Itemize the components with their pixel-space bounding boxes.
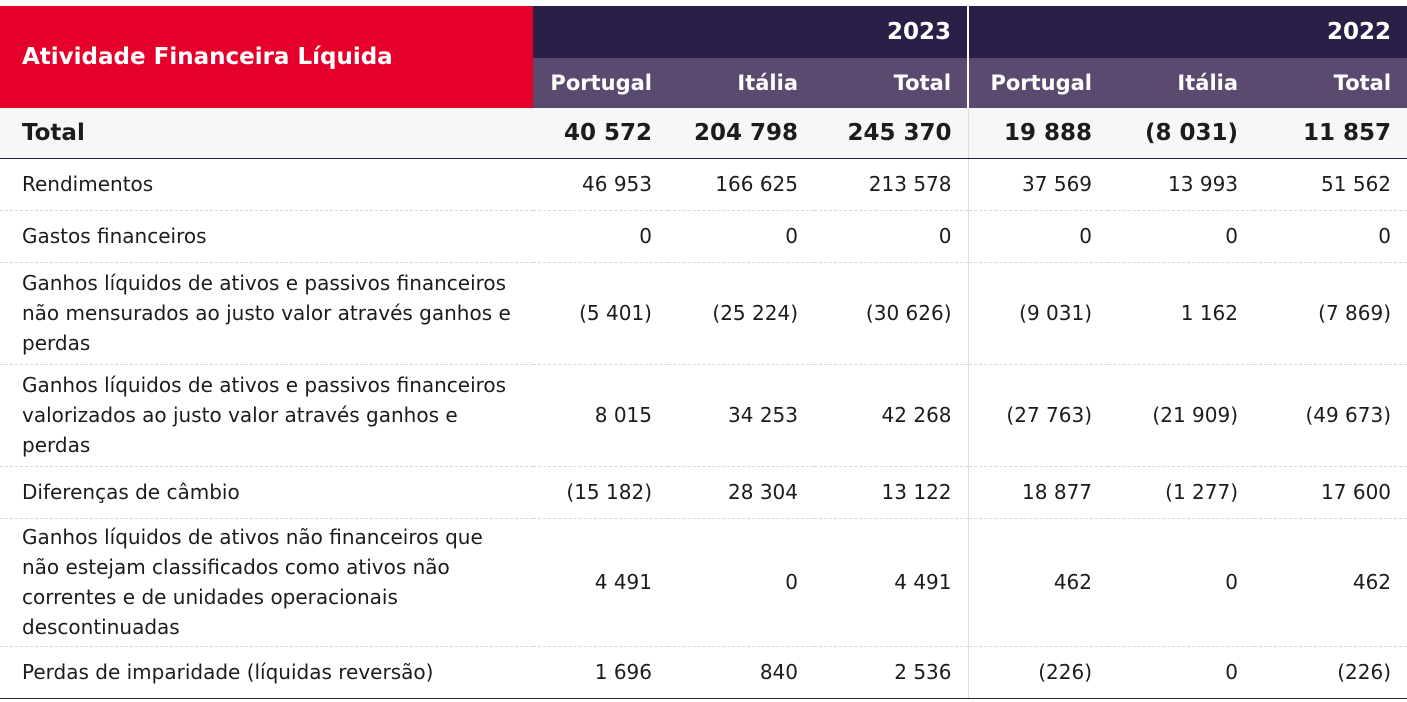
cell-value: 0 <box>1108 210 1255 263</box>
cell-value: (226) <box>968 646 1109 699</box>
row-label: Gastos financeiros <box>0 210 533 263</box>
row-label: Rendimentos <box>0 158 533 211</box>
cell-value: (8 031) <box>1108 108 1255 159</box>
cell-value: 11 857 <box>1254 108 1407 159</box>
cell-value: 42 268 <box>814 364 969 467</box>
cell-value: 4 491 <box>814 518 969 647</box>
table-row: Ganhos líquidos de ativos e passivos fin… <box>0 364 1407 467</box>
total-row: Total 40 572 204 798 245 370 19 888 (8 0… <box>0 108 1407 159</box>
cell-value: 18 877 <box>968 466 1109 519</box>
cell-value: 0 <box>814 210 969 263</box>
cell-value: 0 <box>968 210 1109 263</box>
cell-value: 204 798 <box>668 108 814 159</box>
cell-value: 19 888 <box>968 108 1109 159</box>
cell-value: 8 015 <box>533 364 668 467</box>
cell-value: (30 626) <box>814 262 969 365</box>
cell-value: 0 <box>1108 646 1255 699</box>
table-row: Ganhos líquidos de ativos não financeiro… <box>0 518 1407 647</box>
cell-value: (21 909) <box>1108 364 1255 467</box>
cell-value: (5 401) <box>533 262 668 365</box>
financial-activity-table: Atividade Financeira Líquida 2023 2022 P… <box>0 6 1407 699</box>
cell-value: 840 <box>668 646 814 699</box>
row-label: Ganhos líquidos de ativos não financeiro… <box>0 518 533 647</box>
column-header-italia-2023: Itália <box>668 58 814 108</box>
cell-value: 1 162 <box>1108 262 1255 365</box>
row-label: Perdas de imparidade (líquidas reversão) <box>0 646 533 699</box>
cell-value: (49 673) <box>1254 364 1407 467</box>
cell-value: 4 491 <box>533 518 668 647</box>
row-label: Ganhos líquidos de ativos e passivos fin… <box>0 262 533 365</box>
column-header-total-2023: Total <box>814 58 970 108</box>
table-row: Ganhos líquidos de ativos e passivos fin… <box>0 262 1407 365</box>
table-row: Gastos financeiros 0 0 0 0 0 0 <box>0 210 1407 263</box>
row-label: Total <box>0 108 533 159</box>
cell-value: 166 625 <box>668 158 814 211</box>
cell-value: 213 578 <box>814 158 969 211</box>
cell-value: (226) <box>1254 646 1407 699</box>
cell-value: (25 224) <box>668 262 814 365</box>
cell-value: (7 869) <box>1254 262 1407 365</box>
cell-value: 0 <box>668 518 814 647</box>
cell-value: 17 600 <box>1254 466 1407 519</box>
column-header-total-2022: Total <box>1254 58 1407 108</box>
cell-value: (9 031) <box>968 262 1109 365</box>
table-title: Atividade Financeira Líquida <box>0 6 533 108</box>
cell-value: 245 370 <box>814 108 969 159</box>
cell-value: (1 277) <box>1108 466 1255 519</box>
year-header-2023: 2023 <box>533 6 970 58</box>
cell-value: 28 304 <box>668 466 814 519</box>
cell-value: 13 993 <box>1108 158 1255 211</box>
cell-value: 46 953 <box>533 158 668 211</box>
year-header-2022: 2022 <box>968 6 1407 58</box>
cell-value: 0 <box>1254 210 1407 263</box>
cell-value: 51 562 <box>1254 158 1407 211</box>
cell-value: (27 763) <box>968 364 1109 467</box>
cell-value: 2 536 <box>814 646 969 699</box>
cell-value: 34 253 <box>668 364 814 467</box>
cell-value: 0 <box>533 210 668 263</box>
cell-value: 462 <box>968 518 1109 647</box>
row-label: Ganhos líquidos de ativos e passivos fin… <box>0 364 533 467</box>
cell-value: 1 696 <box>533 646 668 699</box>
column-header-portugal-2023: Portugal <box>533 58 668 108</box>
column-header-portugal-2022: Portugal <box>968 58 1109 108</box>
cell-value: 462 <box>1254 518 1407 647</box>
row-label: Diferenças de câmbio <box>0 466 533 519</box>
column-header-italia-2022: Itália <box>1108 58 1255 108</box>
cell-value: 0 <box>1108 518 1255 647</box>
cell-value: (15 182) <box>533 466 668 519</box>
table-row: Rendimentos 46 953 166 625 213 578 37 56… <box>0 158 1407 211</box>
table-row: Diferenças de câmbio (15 182) 28 304 13 … <box>0 466 1407 519</box>
cell-value: 37 569 <box>968 158 1109 211</box>
table-row: Perdas de imparidade (líquidas reversão)… <box>0 646 1407 699</box>
cell-value: 13 122 <box>814 466 969 519</box>
cell-value: 0 <box>668 210 814 263</box>
cell-value: 40 572 <box>533 108 668 159</box>
